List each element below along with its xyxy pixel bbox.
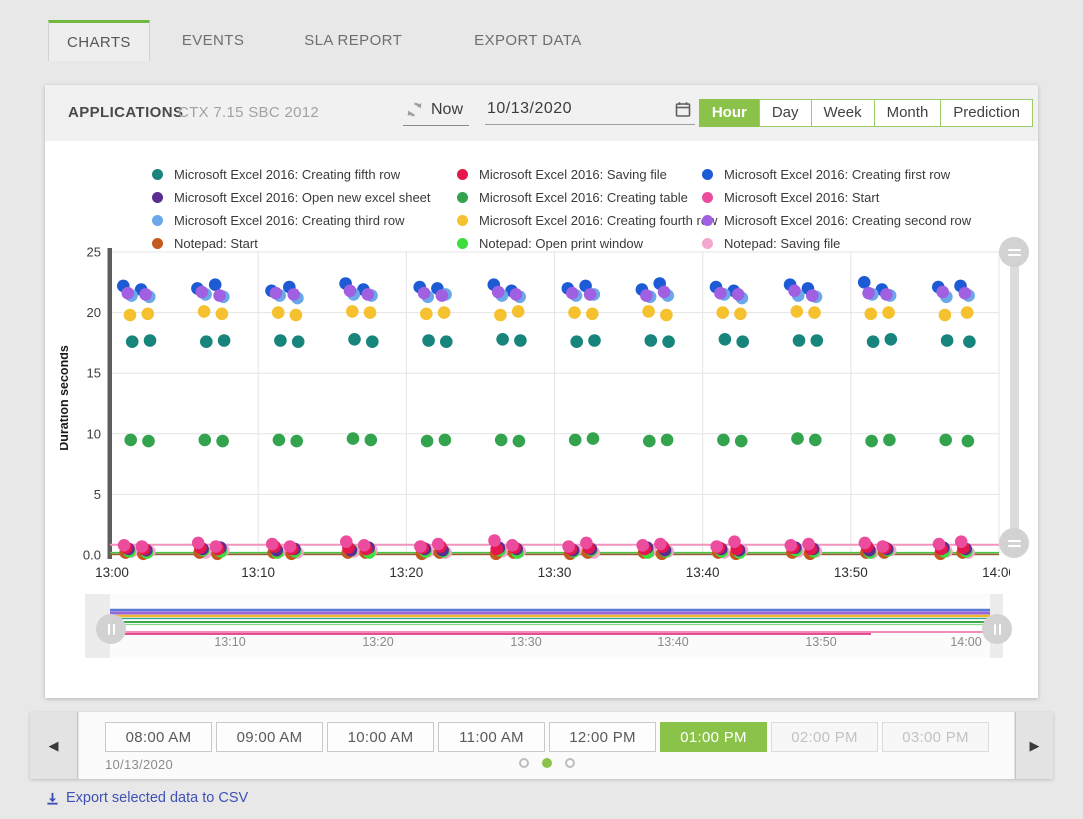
svg-text:13:40: 13:40	[686, 565, 720, 580]
right-arrow-icon: ▶	[1030, 738, 1040, 754]
legend-label-fourth-row: Microsoft Excel 2016: Creating fourth ro…	[479, 213, 717, 228]
legend-dot-fourth-row	[457, 215, 468, 226]
pagination-dot-2[interactable]	[542, 758, 552, 768]
legend-label-creating-table: Microsoft Excel 2016: Creating table	[479, 190, 688, 205]
legend-dot-second-row	[702, 215, 713, 226]
svg-text:0.0: 0.0	[83, 548, 101, 563]
pagination-dot-1[interactable]	[519, 758, 529, 768]
vertical-slider-handle-bottom[interactable]	[999, 528, 1029, 558]
legend-dot-creating-table	[457, 192, 468, 203]
calendar-icon[interactable]	[675, 101, 691, 118]
main-chart-svg: 0.0 5 10 15 20 25 13:00 13:10 13:20 13:30 13:40 13:…	[60, 237, 1010, 592]
legend-dot-saving-file	[457, 169, 468, 180]
legend-dot-first-row	[702, 169, 713, 180]
svg-text:13:10: 13:10	[241, 565, 275, 580]
legend-dot-fifth-row	[152, 169, 163, 180]
hour-button-02-00-pm[interactable]: 02:00 PM	[771, 722, 878, 752]
legend-label-fifth-row: Microsoft Excel 2016: Creating fifth row	[174, 167, 400, 182]
svg-text:13:20: 13:20	[389, 565, 423, 580]
vertical-zoom-slider	[997, 237, 1037, 577]
legend-item-saving-file[interactable]: Microsoft Excel 2016: Saving file	[457, 163, 702, 186]
svg-text:13:50: 13:50	[834, 565, 868, 580]
brush-handle-right[interactable]	[982, 614, 1012, 644]
tab-bar: CHARTS EVENTS SLA REPORT EXPORT DATA	[48, 20, 600, 61]
legend-label-open-new-sheet: Microsoft Excel 2016: Open new excel she…	[174, 190, 431, 205]
svg-text:20: 20	[87, 305, 101, 320]
svg-text:13:30: 13:30	[510, 635, 541, 649]
svg-text:5: 5	[94, 487, 101, 502]
date-value: 10/13/2020	[487, 100, 572, 118]
legend-item-first-row[interactable]: Microsoft Excel 2016: Creating first row	[702, 163, 971, 186]
range-button-month[interactable]: Month	[874, 99, 942, 127]
legend-item-excel-start[interactable]: Microsoft Excel 2016: Start	[702, 186, 971, 209]
next-hours-button[interactable]: ▶	[1015, 712, 1053, 779]
svg-text:13:50: 13:50	[805, 635, 836, 649]
legend-label-third-row: Microsoft Excel 2016: Creating third row	[174, 213, 404, 228]
tab-charts[interactable]: CHARTS	[48, 20, 150, 61]
legend-label-saving-file: Microsoft Excel 2016: Saving file	[479, 167, 667, 182]
download-icon	[45, 791, 60, 806]
legend-label-first-row: Microsoft Excel 2016: Creating first row	[724, 167, 950, 182]
hour-button-09-00-am[interactable]: 09:00 AM	[216, 722, 323, 752]
svg-text:13:00: 13:00	[95, 565, 129, 580]
hour-button-10-00-am[interactable]: 10:00 AM	[327, 722, 434, 752]
overview-svg: 13:10 13:20 13:30 13:40 13:50 14:00	[85, 594, 1003, 658]
page-title: APPLICATIONS	[68, 104, 183, 121]
range-button-prediction[interactable]: Prediction	[940, 99, 1033, 127]
svg-text:13:30: 13:30	[538, 565, 572, 580]
tab-events[interactable]: EVENTS	[164, 20, 262, 61]
range-button-hour[interactable]: Hour	[699, 99, 760, 127]
hour-button-01-00-pm[interactable]: 01:00 PM	[660, 722, 767, 752]
svg-text:14:00: 14:00	[950, 635, 981, 649]
svg-text:25: 25	[87, 245, 101, 260]
legend-dot-open-new-sheet	[152, 192, 163, 203]
hour-button-12-00-pm[interactable]: 12:00 PM	[549, 722, 656, 752]
legend-label-excel-start: Microsoft Excel 2016: Start	[724, 190, 879, 205]
range-button-group: HourDayWeekMonthPrediction	[700, 99, 1033, 127]
legend-item-open-new-sheet[interactable]: Microsoft Excel 2016: Open new excel she…	[152, 186, 457, 209]
legend-item-fifth-row[interactable]: Microsoft Excel 2016: Creating fifth row	[152, 163, 457, 186]
range-button-day[interactable]: Day	[759, 99, 812, 127]
pagination-dots	[79, 758, 1014, 768]
overview-timeline[interactable]: 13:10 13:20 13:30 13:40 13:50 14:00	[85, 594, 1003, 658]
now-label: Now	[431, 101, 463, 119]
svg-text:10: 10	[87, 426, 101, 441]
chart-card: APPLICATIONS CTX 7.15 SBC 2012 Now 10/13…	[45, 85, 1038, 698]
card-header: APPLICATIONS CTX 7.15 SBC 2012 Now 10/13…	[45, 85, 1038, 141]
hour-button-08-00-am[interactable]: 08:00 AM	[105, 722, 212, 752]
export-csv-label: Export selected data to CSV	[66, 790, 248, 806]
legend-dot-third-row	[152, 215, 163, 226]
export-csv-link[interactable]: Export selected data to CSV	[45, 790, 248, 806]
legend-item-fourth-row[interactable]: Microsoft Excel 2016: Creating fourth ro…	[457, 209, 702, 232]
tab-sla-report[interactable]: SLA REPORT	[286, 20, 420, 61]
page-subtitle: CTX 7.15 SBC 2012	[178, 104, 319, 121]
legend-item-third-row[interactable]: Microsoft Excel 2016: Creating third row	[152, 209, 457, 232]
tab-export-data[interactable]: EXPORT DATA	[456, 20, 599, 61]
brush-handle-left[interactable]	[96, 614, 126, 644]
hour-panel: 08:00 AM09:00 AM10:00 AM11:00 AM12:00 PM…	[79, 712, 1014, 779]
legend-label-second-row: Microsoft Excel 2016: Creating second ro…	[724, 213, 971, 228]
range-button-week[interactable]: Week	[811, 99, 875, 127]
hour-button-11-00-am[interactable]: 11:00 AM	[438, 722, 545, 752]
date-input[interactable]: 10/13/2020	[485, 98, 695, 125]
left-arrow-icon: ◀	[49, 738, 59, 754]
refresh-icon	[405, 100, 424, 119]
svg-text:13:40: 13:40	[657, 635, 688, 649]
hour-selector-bar: ◀ 08:00 AM09:00 AM10:00 AM11:00 AM12:00 …	[30, 712, 1053, 779]
legend-item-creating-table[interactable]: Microsoft Excel 2016: Creating table	[457, 186, 702, 209]
svg-text:13:20: 13:20	[362, 635, 393, 649]
vertical-slider-track[interactable]	[1010, 252, 1019, 558]
legend-dot-excel-start	[702, 192, 713, 203]
legend-item-second-row[interactable]: Microsoft Excel 2016: Creating second ro…	[702, 209, 971, 232]
svg-text:15: 15	[87, 366, 101, 381]
hour-button-row: 08:00 AM09:00 AM10:00 AM11:00 AM12:00 PM…	[105, 722, 989, 752]
vertical-slider-handle-top[interactable]	[999, 237, 1029, 267]
svg-text:Duration seconds: Duration seconds	[60, 345, 71, 451]
svg-text:13:10: 13:10	[214, 635, 245, 649]
pagination-dot-3[interactable]	[565, 758, 575, 768]
hour-button-03-00-pm[interactable]: 03:00 PM	[882, 722, 989, 752]
refresh-now-button[interactable]: Now	[403, 98, 469, 126]
previous-hours-button[interactable]: ◀	[30, 712, 78, 779]
